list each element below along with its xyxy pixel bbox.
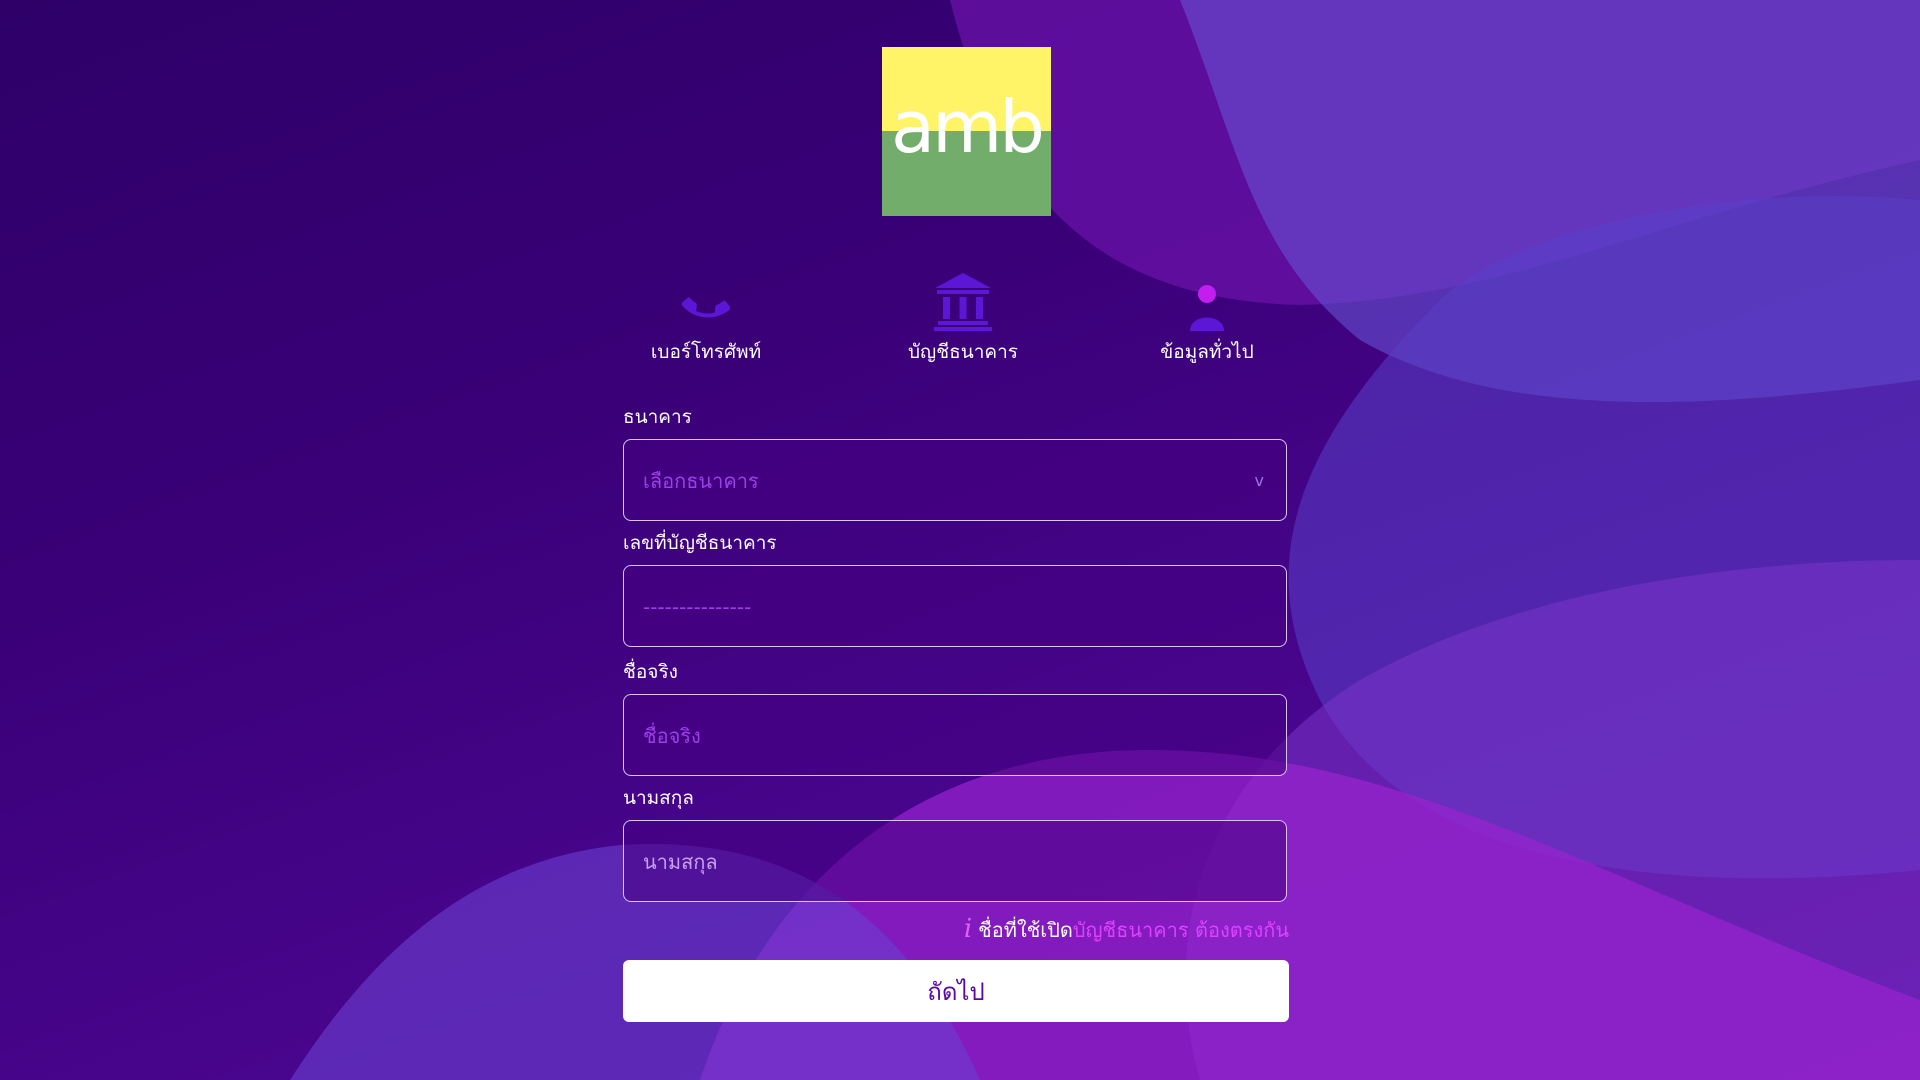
step-general: ข้อมูลทั่วไป — [1117, 265, 1297, 367]
note-suffix: ต้องตรงกัน — [1188, 918, 1289, 942]
logo-text: amb — [891, 85, 1045, 169]
last-name-label: นามสกุล — [623, 787, 694, 809]
bank-select-placeholder: เลือกธนาคาร — [643, 469, 759, 493]
amb-logo: amb — [882, 47, 1051, 216]
step-bank: บัญชีธนาคาร — [873, 265, 1053, 367]
note-prefix: ชื่อที่ใช้เปิด — [978, 918, 1073, 942]
step-general-label: ข้อมูลทั่วไป — [1160, 341, 1254, 363]
first-name-label: ชื่อจริง — [623, 661, 678, 683]
account-number-input[interactable]: --------------- — [623, 565, 1287, 647]
first-name-placeholder: ชื่อจริง — [643, 724, 701, 748]
step-phone-label: เบอร์โทรศัพท์ — [650, 341, 762, 363]
account-number-placeholder: --------------- — [643, 595, 752, 619]
account-number-label: เลขที่บัญชีธนาคาร — [623, 532, 777, 554]
step-phone: เบอร์โทรศัพท์ — [616, 265, 796, 367]
note-highlight: บัญชีธนาคาร — [1072, 918, 1189, 942]
user-icon — [1190, 285, 1224, 331]
first-name-input[interactable]: ชื่อจริง — [623, 694, 1287, 776]
step-bank-label: บัญชีธนาคาร — [908, 341, 1018, 363]
name-match-note: i ชื่อที่ใช้เปิดบัญชีธนาคาร ต้องตรงกัน — [964, 914, 1289, 946]
info-icon: i — [963, 914, 973, 944]
bank-label: ธนาคาร — [623, 406, 692, 428]
next-button[interactable]: ถัดไป — [623, 960, 1289, 1022]
last-name-input[interactable]: นามสกุล — [623, 820, 1287, 902]
chevron-down-icon: v — [1254, 471, 1264, 490]
bank-icon — [934, 273, 992, 331]
last-name-placeholder: นามสกุล — [643, 850, 718, 874]
bank-select[interactable]: เลือกธนาคาร v — [623, 439, 1287, 521]
step-indicator: เบอร์โทรศัพท์ บัญชีธนาคาร ข้อมูลทั่วไป — [0, 265, 1920, 365]
phone-icon — [682, 297, 730, 318]
